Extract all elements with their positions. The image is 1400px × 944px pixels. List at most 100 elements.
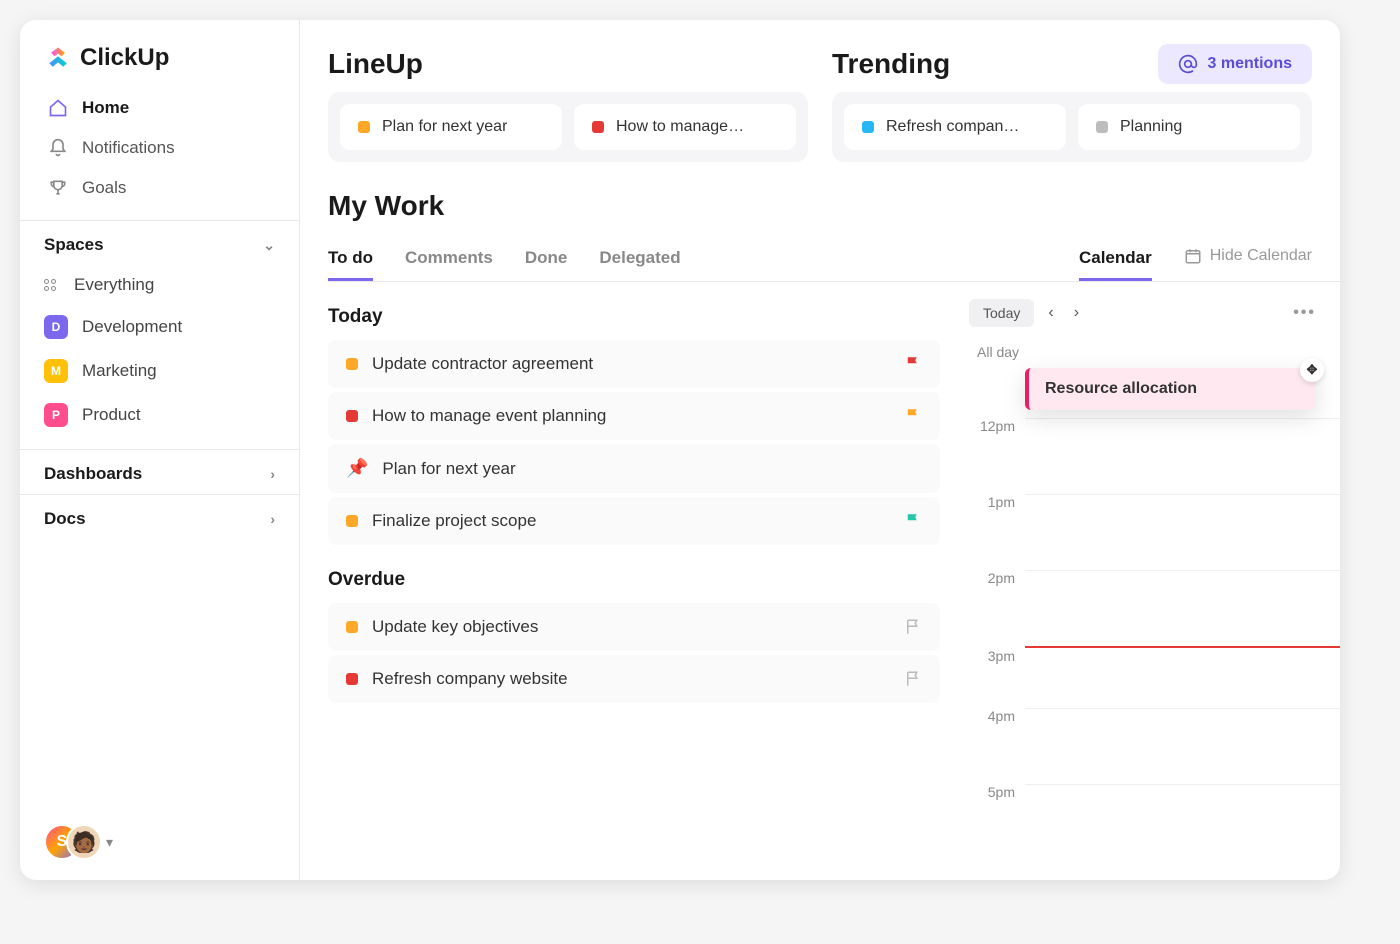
move-icon[interactable]: ✥ [1300,358,1324,382]
mentions-button[interactable]: 3 mentions [1158,44,1312,84]
time-row[interactable]: 2pm [969,570,1340,646]
time-label: 4pm [969,708,1025,724]
time-slot[interactable] [1025,708,1340,784]
calendar-menu-button[interactable]: ••• [1293,304,1316,322]
time-slot[interactable] [1025,494,1340,570]
space-development[interactable]: D Development [20,305,299,349]
caret-down-icon: ▾ [106,834,113,851]
card-label: Planning [1120,118,1182,136]
time-row[interactable]: 12pm [969,418,1340,494]
top-widgets: LineUp Plan for next year How to manage…… [328,48,1340,162]
card-label: Refresh compan… [886,118,1019,136]
space-marketing[interactable]: M Marketing [20,349,299,393]
nav-goals-label: Goals [82,178,126,198]
calendar-event[interactable]: Resource allocation ✥ [1025,368,1316,410]
pin-icon: 📌 [346,458,368,479]
hide-calendar-label: Hide Calendar [1210,247,1312,265]
tab-delegated[interactable]: Delegated [599,238,680,281]
status-dot [346,410,358,422]
time-row[interactable]: 3pm [969,648,1340,708]
trending-cards: Refresh compan… Planning [832,92,1312,162]
docs-header[interactable]: Docs › [20,494,299,539]
clickup-logo-icon [44,44,72,72]
task-row[interactable]: How to manage event planning [328,392,940,440]
grid-icon [44,279,60,291]
next-button[interactable]: › [1068,298,1085,328]
lineup-card[interactable]: How to manage… [574,104,796,150]
nav-notifications[interactable]: Notifications [36,128,283,168]
status-dot [862,121,874,133]
flag-icon[interactable] [904,618,922,636]
trophy-icon [48,178,68,198]
logo[interactable]: ClickUp [20,20,299,88]
chevron-right-icon: › [270,466,275,482]
task-row[interactable]: 📌 Plan for next year [328,444,940,493]
space-everything-label: Everything [74,275,154,295]
flag-icon[interactable] [904,355,922,373]
time-label: 5pm [969,784,1025,800]
tasks-column: Today Update contractor agreement How to… [328,282,960,880]
time-slot[interactable] [1025,418,1340,494]
task-label: How to manage event planning [372,406,606,426]
nav-goals[interactable]: Goals [36,168,283,208]
docs-label: Docs [44,509,86,529]
allday-label: All day [969,336,1340,368]
task-row[interactable]: Update contractor agreement [328,340,940,388]
bell-icon [48,138,68,158]
prev-button[interactable]: ‹ [1042,298,1059,328]
task-row[interactable]: Update key objectives [328,603,940,651]
flag-icon[interactable] [904,670,922,688]
space-product[interactable]: P Product [20,393,299,437]
task-label: Update key objectives [372,617,538,637]
mentions-label: 3 mentions [1208,55,1292,73]
dashboards-header[interactable]: Dashboards › [20,449,299,494]
nav-home[interactable]: Home [36,88,283,128]
status-dot [592,121,604,133]
trending-heading: Trending [832,48,1142,80]
tab-todo[interactable]: To do [328,238,373,281]
task-label: Plan for next year [382,459,515,479]
time-label: 3pm [969,648,1025,664]
avatar: 🧑🏾 [66,824,102,860]
calendar-icon [1184,247,1202,265]
task-row[interactable]: Finalize project scope [328,497,940,545]
time-slot[interactable] [1025,648,1340,708]
app-window: ClickUp Home Notifications Goals [20,20,1340,880]
user-menu[interactable]: S 🧑🏾 ▾ [20,804,299,880]
tab-calendar[interactable]: Calendar [1079,238,1152,281]
main-content: LineUp Plan for next year How to manage…… [300,20,1340,880]
tab-done[interactable]: Done [525,238,568,281]
time-slot[interactable] [1025,784,1340,860]
today-heading: Today [328,306,940,328]
time-slot[interactable] [1025,570,1340,646]
tab-comments[interactable]: Comments [405,238,493,281]
task-label: Refresh company website [372,669,568,689]
time-row[interactable]: 1pm [969,494,1340,570]
status-dot [346,358,358,370]
space-label: Development [82,317,182,337]
trending-card[interactable]: Refresh compan… [844,104,1066,150]
space-everything[interactable]: Everything [20,265,299,305]
status-dot [346,673,358,685]
card-label: Plan for next year [382,118,507,136]
space-badge: P [44,403,68,427]
space-badge: M [44,359,68,383]
calendar-header: Today ‹ › ••• [961,282,1340,336]
nav-home-label: Home [82,98,129,118]
time-label: 12pm [969,418,1025,434]
flag-icon[interactable] [904,512,922,530]
time-row[interactable]: 4pm [969,708,1340,784]
flag-icon[interactable] [904,407,922,425]
space-badge: D [44,315,68,339]
task-row[interactable]: Refresh company website [328,655,940,703]
lineup-widget: LineUp Plan for next year How to manage… [328,48,808,162]
home-icon [48,98,68,118]
today-button[interactable]: Today [969,299,1034,327]
hide-calendar-button[interactable]: Hide Calendar [1184,247,1312,273]
trending-card[interactable]: Planning [1078,104,1300,150]
spaces-header[interactable]: Spaces ⌄ [20,220,299,265]
time-row[interactable]: 5pm [969,784,1340,860]
status-dot [358,121,370,133]
at-icon [1178,54,1198,74]
lineup-card[interactable]: Plan for next year [340,104,562,150]
